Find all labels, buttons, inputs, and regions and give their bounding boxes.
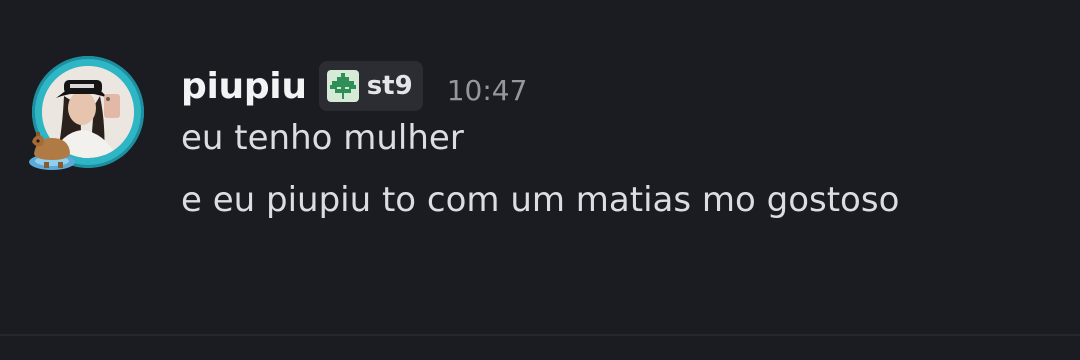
message-content: piupiu st9 10:47 eu tenho mulher e eu pi…	[181, 58, 1041, 220]
leaf-icon	[326, 70, 359, 102]
timestamp[interactable]: 10:47	[447, 74, 528, 107]
capybara-icon	[26, 126, 78, 174]
message-divider	[0, 334, 1080, 336]
message-line: e eu piupiu to com um matias mo gostoso	[181, 180, 900, 220]
chat-message: piupiu st9 10:47 eu tenho mulher e eu pi…	[0, 0, 1080, 334]
message-header: piupiu st9 10:47	[181, 58, 1041, 114]
server-tag[interactable]: st9	[318, 61, 423, 111]
message-line: eu tenho mulher	[181, 118, 464, 158]
avatar[interactable]	[26, 52, 154, 180]
username[interactable]: piupiu	[181, 66, 307, 107]
server-tag-text: st9	[366, 71, 413, 101]
